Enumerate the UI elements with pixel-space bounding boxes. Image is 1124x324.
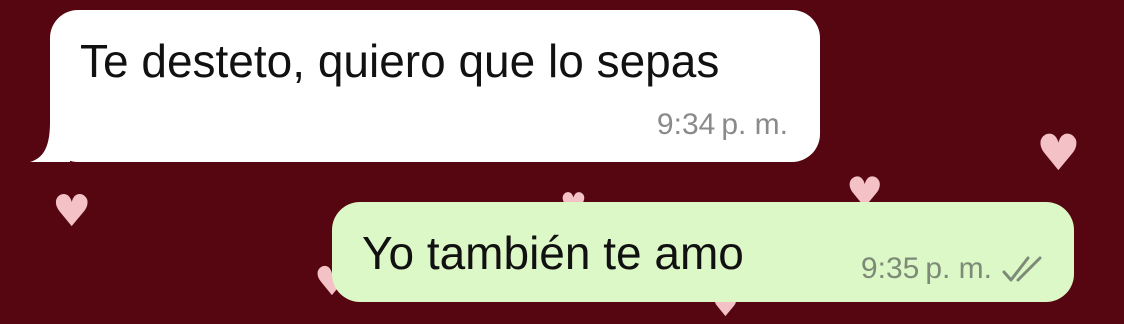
bubble-tail	[30, 102, 70, 162]
wallpaper-heart-icon: ♥	[52, 186, 92, 237]
message-ampm: p. m.	[925, 252, 992, 285]
message-text: Yo también te amo	[362, 227, 744, 279]
incoming-message-bubble[interactable]: Te desteto, quiero que lo sepas 9:34 p. m…	[30, 10, 820, 162]
message-timestamp: 9:34 p. m.	[657, 108, 788, 142]
message-text: Te desteto, quiero que lo sepas	[80, 35, 720, 87]
outgoing-message-bubble[interactable]: Yo también te amo 9:35 p. m.	[332, 202, 1074, 302]
double-check-icon	[1002, 256, 1042, 282]
chat-area: ♥ ♥ ♥ ♥ ♥ ♥ Te desteto, quiero que lo se…	[0, 0, 1124, 322]
message-ampm: p. m.	[721, 108, 788, 141]
message-time: 9:35	[860, 252, 920, 285]
wallpaper-heart-icon: ♥	[1036, 124, 1081, 182]
message-timestamp: 9:35 p. m.	[861, 252, 1044, 286]
message-time: 9:34	[656, 108, 716, 141]
